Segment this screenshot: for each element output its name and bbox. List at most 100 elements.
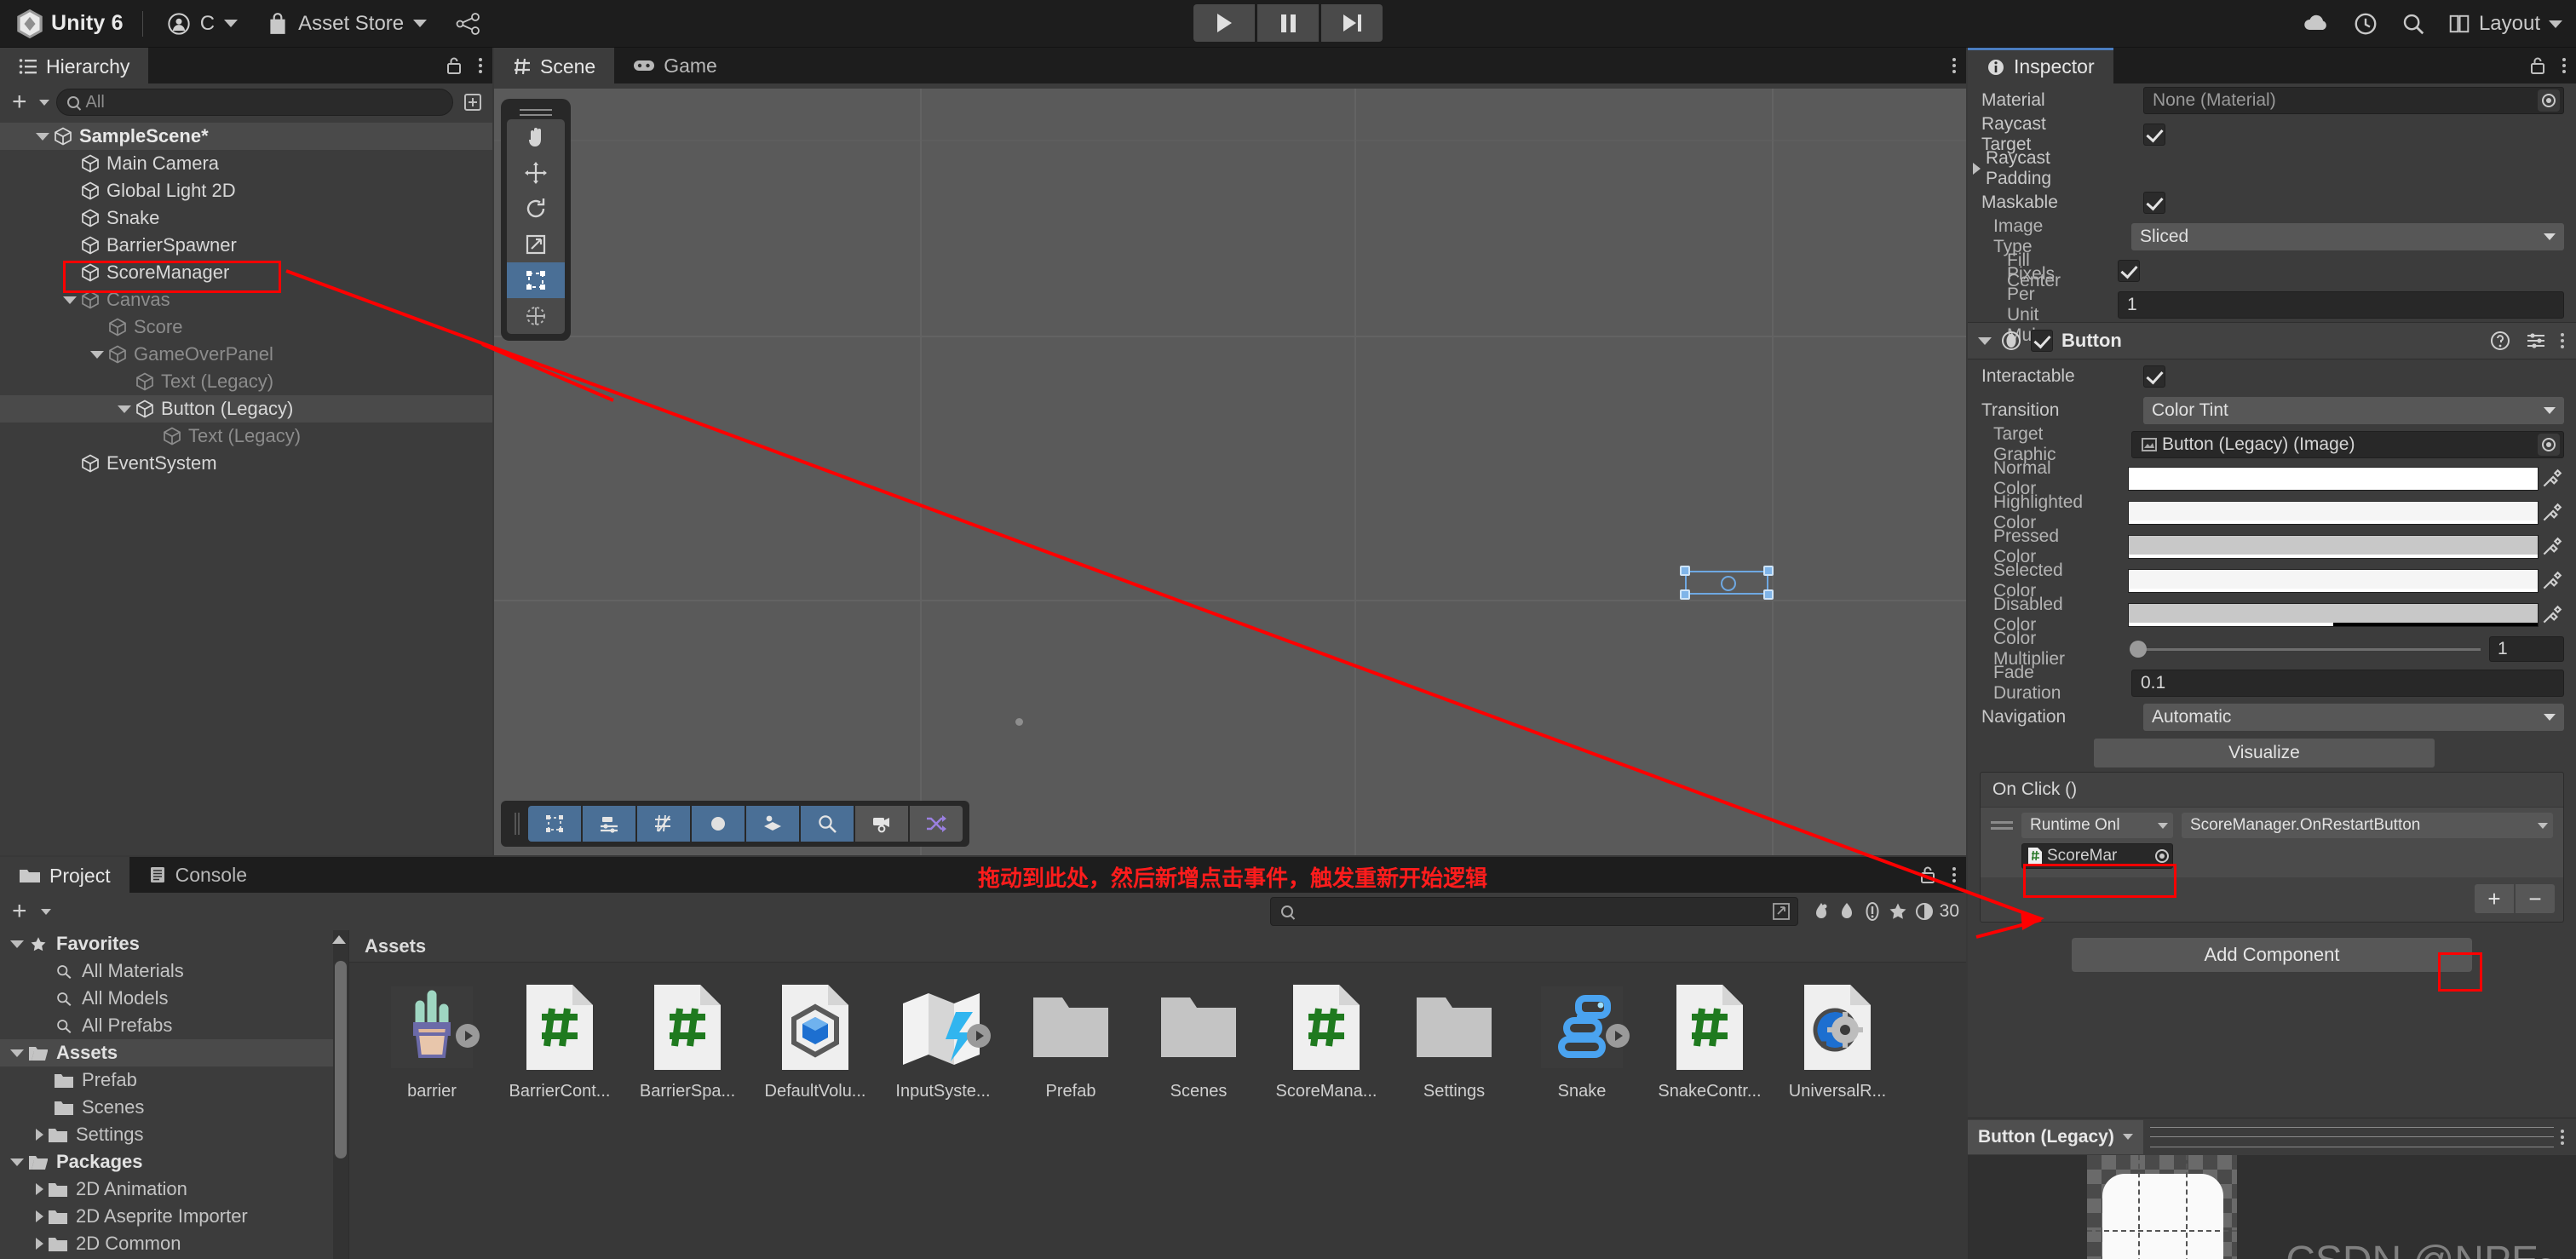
foldout-arrow-icon[interactable] [10, 1158, 24, 1166]
label-filter-button[interactable] [1834, 899, 1860, 924]
asset-item[interactable]: BarrierSpa... [624, 983, 751, 1101]
object-field[interactable]: Button (Legacy) (Image) [2131, 431, 2564, 458]
field-dropdown[interactable]: Sliced [2131, 223, 2564, 250]
foldout-arrow-icon[interactable] [1978, 336, 1992, 345]
chevron-down-icon[interactable] [40, 908, 51, 915]
color-field[interactable] [2128, 603, 2539, 627]
color-field[interactable] [2128, 467, 2539, 491]
event-mode-dropdown[interactable]: Runtime Onl [2021, 813, 2173, 838]
project-add-button[interactable]: + [7, 899, 32, 924]
project-tree-item-favorites[interactable]: Favorites [0, 930, 348, 957]
step-button[interactable] [1321, 4, 1383, 42]
collab-button[interactable] [449, 5, 486, 43]
asset-item[interactable]: Scenes [1135, 983, 1262, 1101]
foldout-arrow-icon[interactable] [36, 1210, 43, 1222]
history-icon[interactable] [2353, 11, 2378, 37]
project-search-input[interactable] [1269, 897, 1798, 926]
pause-button[interactable] [1257, 4, 1319, 42]
asset-store-menu[interactable]: Asset Store [262, 5, 432, 43]
kebab-icon[interactable] [1952, 58, 1956, 73]
add-event-button[interactable]: + [2475, 884, 2514, 913]
field-checkbox[interactable] [2143, 124, 2165, 146]
visualize-button[interactable]: Visualize [2094, 739, 2435, 767]
project-tree-item-packages[interactable]: Packages [0, 1148, 348, 1176]
overlay-grip[interactable] [515, 813, 520, 835]
text-field[interactable]: 0.1 [2131, 670, 2564, 697]
tab-hierarchy[interactable]: Hierarchy [0, 48, 149, 83]
field-slider[interactable] [2130, 637, 2481, 661]
hierarchy-visibility-button[interactable] [460, 89, 486, 115]
remove-event-button[interactable]: − [2516, 884, 2555, 913]
eyedropper-icon[interactable] [2539, 501, 2564, 525]
chevron-down-icon[interactable] [38, 99, 49, 106]
asset-preview-button[interactable] [967, 1023, 991, 1048]
help-icon[interactable] [2489, 330, 2511, 352]
rotate-tool-button[interactable] [507, 191, 565, 227]
rect-tool-button[interactable] [507, 262, 565, 298]
field-checkbox[interactable] [2143, 365, 2165, 388]
hierarchy-search-input[interactable]: All [55, 89, 453, 116]
project-tree-item-2d-aseprite-importer[interactable]: 2D Aseprite Importer [0, 1203, 348, 1230]
type-filter-button[interactable] [1860, 899, 1885, 924]
text-field[interactable]: 1 [2118, 291, 2564, 319]
kebab-icon[interactable] [479, 58, 482, 73]
field-dropdown[interactable]: Automatic [2143, 704, 2564, 731]
overlay-circle-button[interactable] [692, 806, 745, 842]
field-dropdown[interactable]: Color Tint [2143, 397, 2564, 424]
kebab-icon[interactable] [1952, 867, 1956, 882]
overlay-shuffle-button[interactable] [910, 806, 963, 842]
kebab-icon[interactable] [2561, 333, 2564, 348]
overlay-camera-button[interactable] [855, 806, 908, 842]
asset-item[interactable]: SnakeContr... [1646, 983, 1774, 1101]
overlay-layers-button[interactable] [746, 806, 799, 842]
foldout-arrow-icon[interactable] [1973, 163, 1981, 175]
foldout-arrow-icon[interactable] [90, 350, 104, 359]
play-button[interactable] [1193, 4, 1255, 42]
event-function-dropdown[interactable]: ScoreManager.OnRestartButton [2182, 813, 2553, 838]
eyedropper-icon[interactable] [2539, 603, 2564, 627]
project-tree-item-assets[interactable]: Assets [0, 1039, 348, 1066]
foldout-arrow-icon[interactable] [36, 1238, 43, 1250]
project-tree-item-prefab[interactable]: Prefab [0, 1066, 348, 1094]
asset-item[interactable]: DefaultVolu... [751, 983, 879, 1101]
eyedropper-icon[interactable] [2539, 467, 2564, 491]
asset-item[interactable]: InputSyste... [879, 983, 1007, 1101]
project-tree-item-all-models[interactable]: All Models [0, 985, 348, 1012]
hierarchy-item-scoremanager[interactable]: ScoreManager [0, 259, 492, 286]
color-field[interactable] [2128, 535, 2539, 559]
foldout-arrow-icon[interactable] [36, 1129, 43, 1141]
overlay-sliders-button[interactable] [583, 806, 635, 842]
add-component-button[interactable]: Add Component [2072, 938, 2472, 972]
asset-item[interactable]: Snake [1518, 983, 1646, 1101]
hierarchy-item-barrierspawner[interactable]: BarrierSpawner [0, 232, 492, 259]
hand-tool-button[interactable] [507, 119, 565, 155]
preview-grip[interactable] [2149, 1126, 2554, 1147]
slider-value-input[interactable]: 1 [2489, 636, 2564, 662]
button-enabled-checkbox[interactable] [2031, 330, 2053, 352]
tab-scene[interactable]: Scene [494, 48, 615, 83]
hierarchy-item-canvas[interactable]: Canvas [0, 286, 492, 313]
thumbnail-size-slider[interactable]: 30 [1914, 899, 1959, 924]
tab-game[interactable]: Game [614, 48, 736, 83]
lock-icon[interactable] [1918, 865, 1937, 885]
tools-grip[interactable] [507, 106, 565, 119]
object-picker-icon[interactable] [2155, 849, 2169, 863]
drag-handle-icon[interactable] [1991, 821, 2013, 830]
scene-viewport[interactable] [494, 89, 1966, 855]
hierarchy-item-gameoverpanel[interactable]: GameOverPanel [0, 341, 492, 368]
tab-inspector[interactable]: Inspector [1968, 48, 2113, 83]
hierarchy-add-button[interactable]: + [7, 89, 32, 115]
lock-icon[interactable] [445, 55, 463, 76]
project-tree-item-settings[interactable]: Settings [0, 1121, 348, 1148]
asset-item[interactable]: Prefab [1007, 983, 1135, 1101]
hierarchy-item-text-legacy[interactable]: Text (Legacy) [0, 423, 492, 450]
search-expand-icon[interactable] [1772, 902, 1791, 926]
layout-menu[interactable]: Layout [2448, 12, 2562, 36]
asset-item[interactable]: ScoreMana... [1262, 983, 1390, 1101]
eyedropper-icon[interactable] [2539, 535, 2564, 559]
event-object-field[interactable]: ScoreMar [2021, 843, 2173, 869]
search-icon[interactable] [2401, 11, 2426, 37]
field-checkbox[interactable] [2118, 260, 2140, 282]
hierarchy-item-global-light-2d[interactable]: Global Light 2D [0, 177, 492, 204]
object-picker-icon[interactable] [2538, 89, 2560, 112]
